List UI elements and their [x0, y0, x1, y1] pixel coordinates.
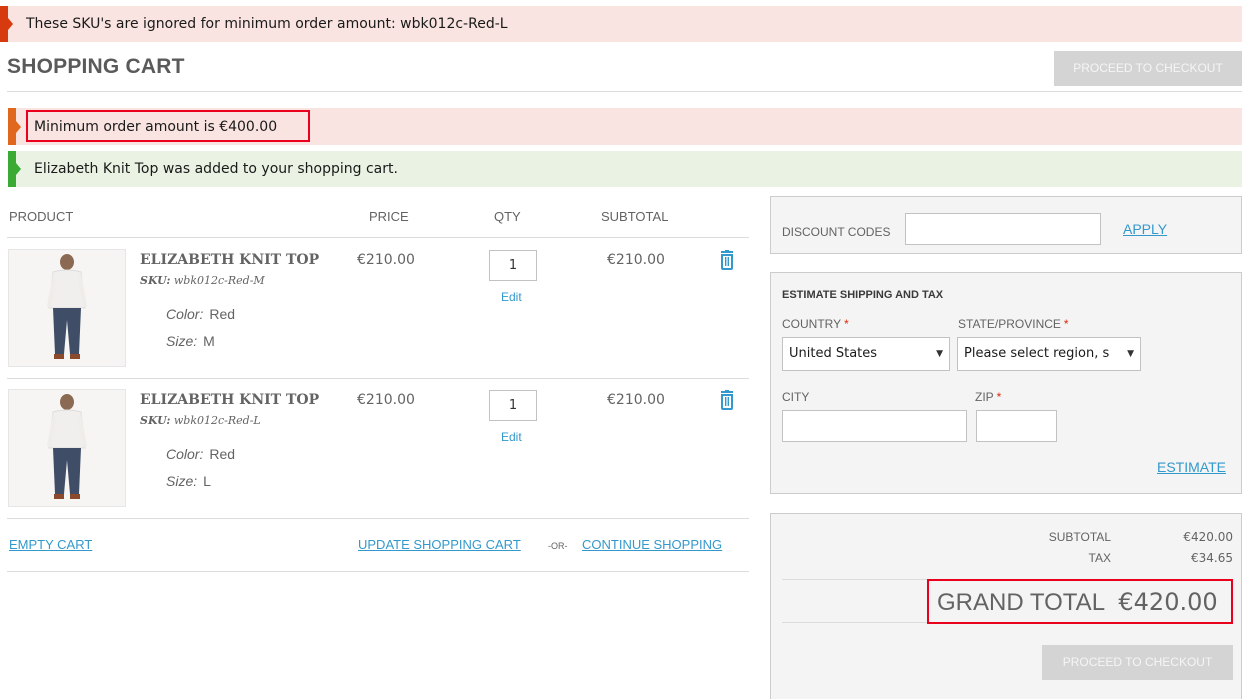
trash-icon[interactable] [719, 250, 735, 270]
country-label-text: COUNTRY [782, 317, 842, 331]
product-name[interactable]: ELIZABETH KNIT TOP [140, 252, 319, 268]
sku-value: wbk012c-Red-M [173, 274, 265, 287]
sku-notice-text: These SKU's are ignored for minimum orde… [26, 16, 508, 32]
error-flag-icon [0, 6, 13, 42]
required-mark: * [996, 390, 1002, 404]
discount-codes-label: DISCOUNT CODES [782, 225, 891, 239]
subtotal-value: €420.00 [1183, 530, 1233, 544]
zip-label-text: ZIP [975, 390, 994, 404]
quantity-input[interactable]: 1 [489, 250, 537, 281]
model-photo-icon [9, 390, 125, 506]
product-sku: SKU: wbk012c-Red-M [140, 274, 265, 287]
title-divider [7, 91, 1242, 92]
option-label: Color: [166, 446, 204, 462]
option-value: L [203, 473, 211, 489]
added-to-cart-text: Elizabeth Knit Top was added to your sho… [34, 161, 398, 177]
success-flag-icon [8, 151, 21, 187]
model-photo-icon [9, 250, 125, 366]
edit-item-link[interactable]: Edit [501, 430, 522, 444]
item-subtotal: €210.00 [607, 392, 665, 408]
discount-panel: DISCOUNT CODES APPLY [770, 196, 1242, 254]
product-name[interactable]: ELIZABETH KNIT TOP [140, 392, 319, 408]
item-price: €210.00 [357, 392, 415, 408]
zip-label: ZIP * [975, 390, 1001, 404]
product-image[interactable] [8, 249, 126, 367]
option-value: M [203, 333, 215, 349]
chevron-down-icon: ▼ [936, 349, 943, 359]
table-header-divider [7, 237, 749, 238]
column-header-qty: QTY [494, 209, 521, 224]
update-cart-link[interactable]: UPDATE SHOPPING CART [358, 537, 521, 552]
estimate-shipping-title: ESTIMATE SHIPPING AND TAX [782, 289, 944, 301]
row-divider [7, 518, 749, 519]
row-divider [7, 378, 749, 379]
product-sku: SKU: wbk012c-Red-L [140, 414, 261, 427]
option-size: Size: M [166, 333, 215, 349]
sku-label: SKU: [140, 274, 171, 287]
actions-divider [7, 571, 749, 572]
city-input[interactable] [782, 410, 967, 442]
column-header-price: PRICE [369, 209, 409, 224]
sku-notice-message: These SKU's are ignored for minimum orde… [0, 6, 1242, 42]
country-select[interactable]: United States ▼ [782, 337, 950, 371]
apply-discount-link[interactable]: APPLY [1123, 221, 1167, 237]
tax-label: TAX [1088, 551, 1111, 565]
option-color: Color: Red [166, 446, 235, 462]
sku-value: wbk012c-Red-L [173, 414, 261, 427]
product-image[interactable] [8, 389, 126, 507]
option-color: Color: Red [166, 306, 235, 322]
option-label: Size: [166, 333, 198, 349]
continue-shopping-link[interactable]: CONTINUE SHOPPING [582, 537, 722, 552]
page-title: SHOPPING CART [7, 55, 185, 78]
item-price: €210.00 [357, 252, 415, 268]
tax-value: €34.65 [1191, 551, 1233, 565]
grand-total-highlight [927, 579, 1233, 624]
chevron-down-icon: ▼ [1125, 338, 1134, 370]
minimum-order-highlight [26, 110, 310, 142]
zip-input[interactable] [976, 410, 1057, 442]
required-mark: * [844, 317, 849, 331]
option-size: Size: L [166, 473, 211, 489]
option-label: Color: [166, 306, 204, 322]
required-mark: * [1063, 317, 1069, 331]
subtotal-label: SUBTOTAL [1048, 530, 1111, 544]
sku-label: SKU: [140, 414, 171, 427]
proceed-to-checkout-bottom-button[interactable]: PROCEED TO CHECKOUT [1042, 645, 1233, 680]
country-value: United States [789, 346, 878, 361]
estimate-link[interactable]: ESTIMATE [1157, 459, 1226, 475]
state-label: STATE/PROVINCE * [958, 317, 1069, 331]
city-label: CITY [782, 390, 810, 404]
quantity-input[interactable]: 1 [489, 390, 537, 421]
or-separator: -OR- [548, 541, 568, 551]
column-header-subtotal: SUBTOTAL [601, 209, 669, 224]
option-value: Red [209, 306, 236, 322]
state-label-text: STATE/PROVINCE [958, 317, 1061, 331]
country-label: COUNTRY * [782, 317, 849, 331]
option-value: Red [209, 446, 236, 462]
edit-item-link[interactable]: Edit [501, 290, 522, 304]
column-header-product: PRODUCT [9, 209, 74, 224]
discount-code-input[interactable] [905, 213, 1101, 245]
proceed-to-checkout-top-button[interactable]: PROCEED TO CHECKOUT [1054, 51, 1242, 86]
state-value: Please select region, s [964, 346, 1110, 361]
trash-icon[interactable] [719, 390, 735, 410]
added-to-cart-message: Elizabeth Knit Top was added to your sho… [8, 151, 1242, 187]
state-select[interactable]: Please select region, s ▼ [957, 337, 1141, 371]
empty-cart-link[interactable]: EMPTY CART [9, 537, 92, 552]
estimate-shipping-panel: ESTIMATE SHIPPING AND TAX COUNTRY * Unite… [770, 272, 1242, 494]
option-label: Size: [166, 473, 198, 489]
item-subtotal: €210.00 [607, 252, 665, 268]
warning-flag-icon [8, 108, 21, 145]
